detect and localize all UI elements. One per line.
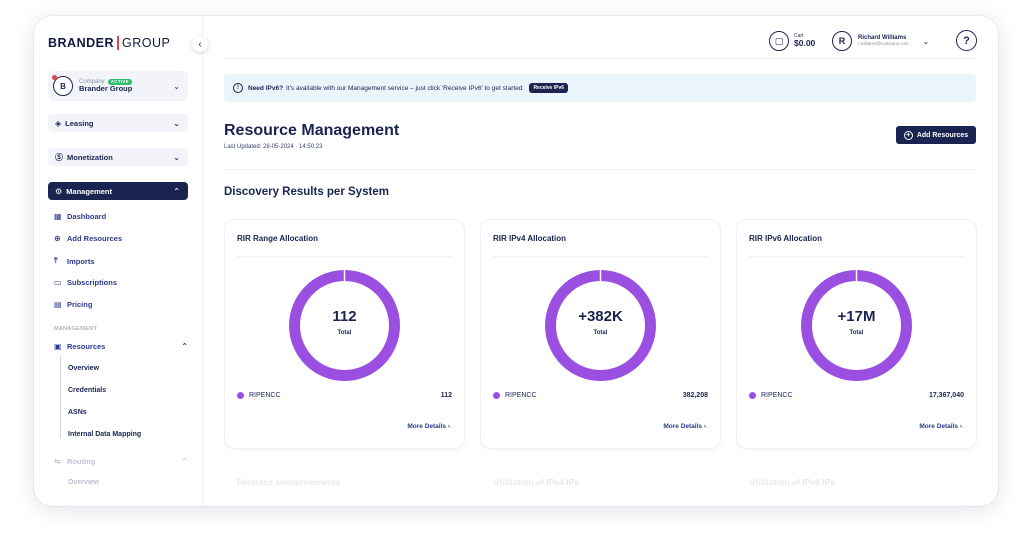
last-updated: Last Updated: 28-05-2024 · 14:50:23 xyxy=(224,144,323,150)
brand-logo[interactable]: BRANDER GROUP xyxy=(48,36,170,50)
donut-total-value: +17M xyxy=(837,308,876,325)
sidebar-item-add-resources[interactable]: ⊕ Add Resources xyxy=(54,234,122,243)
app-window: BRANDER GROUP B Company ACTIVE Brander Gr… xyxy=(34,16,998,506)
donut-chart xyxy=(545,269,656,381)
card-title: RIR IPv6 Allocation xyxy=(749,234,823,243)
card-icon: ▭ xyxy=(54,278,62,287)
nav-management[interactable]: ⚙ Management ⌃ xyxy=(48,182,188,200)
sidebar-item-credentials[interactable]: Credentials xyxy=(68,387,106,394)
add-resources-button[interactable]: + Add Resources xyxy=(896,126,976,144)
section-title-announcements: Detected announcements xyxy=(237,477,341,487)
tag-icon: ◈ xyxy=(55,118,62,128)
chevron-up-icon: ⌃ xyxy=(181,342,188,351)
sidebar-item-asns[interactable]: ASNs xyxy=(68,409,87,416)
info-icon: ! xyxy=(233,83,243,93)
page-title: Resource Management xyxy=(224,122,400,139)
card-title: RIR Range Allocation xyxy=(237,234,319,243)
ipv6-banner: ! Need IPv6? It's available with our Man… xyxy=(224,74,976,102)
company-avatar: B xyxy=(52,75,73,96)
section-title-ipv6-utilization: Utilization of IPv6 IPs xyxy=(749,477,835,487)
legend-dot xyxy=(237,392,244,399)
gear-icon: ⚙ xyxy=(55,186,63,196)
upload-icon: ⤒ xyxy=(54,256,58,265)
cart[interactable]: ▢ Cart $0.00 xyxy=(769,31,815,51)
user-avatar: R xyxy=(832,31,852,51)
more-details-link[interactable]: More Details › xyxy=(407,423,450,430)
chevron-down-icon: ⌄ xyxy=(922,36,930,46)
banner-title: Need IPv6? xyxy=(248,84,284,92)
sidebar: BRANDER GROUP B Company ACTIVE Brander Gr… xyxy=(34,16,202,506)
dollar-icon: Ⓢ xyxy=(55,152,63,162)
chevron-up-icon: ⌃ xyxy=(173,186,180,196)
section-label: MANAGEMENT xyxy=(54,326,98,332)
banner-text: It's available with our Management servi… xyxy=(286,84,523,92)
sidebar-item-pricing[interactable]: ▤ Pricing xyxy=(54,300,92,309)
plus-circle-icon: ⊕ xyxy=(54,234,61,243)
more-details-link[interactable]: More Details › xyxy=(919,423,962,430)
card-ipv6-allocation: RIR IPv6 Allocation +17M Total RIPENCC 1… xyxy=(737,220,976,448)
legend-value: 17,367,040 xyxy=(928,392,964,399)
sidebar-item-internal-data-mapping[interactable]: Internal Data Mapping xyxy=(68,431,141,438)
donut-chart xyxy=(289,269,400,381)
nav-leasing[interactable]: ◈ Leasing ⌄ xyxy=(48,114,188,132)
card-ipv4-allocation: RIR IPv4 Allocation +382K Total RIPENCC … xyxy=(481,220,720,448)
donut-total-value: +382K xyxy=(578,308,623,325)
legend-value: 112 xyxy=(440,392,452,399)
sidebar-item-routing-overview[interactable]: Overview xyxy=(68,479,99,486)
sidebar-item-dashboard[interactable]: ▦ Dashboard xyxy=(54,212,106,221)
sidebar-item-routing[interactable]: ⇆ Routing ⌃ xyxy=(54,457,188,466)
donut-chart xyxy=(801,269,912,381)
chevron-down-icon: ⌄ xyxy=(173,118,180,128)
shopping-bag-icon: ▢ xyxy=(769,31,789,51)
folder-icon: ▣ xyxy=(54,342,62,351)
card-range-allocation: RIR Range Allocation 112 Total RIPENCC 1… xyxy=(225,220,464,448)
nav-monetization[interactable]: Ⓢ Monetization ⌄ xyxy=(48,148,188,166)
more-details-link[interactable]: More Details › xyxy=(663,423,706,430)
help-button[interactable]: ? xyxy=(956,30,977,51)
grid-icon: ▦ xyxy=(54,212,62,221)
user-email: r.williams@company.com xyxy=(858,40,909,46)
section-title: Discovery Results per System xyxy=(224,186,389,198)
receive-ipv6-button[interactable]: Receive IPv6 xyxy=(529,83,569,93)
card-title: RIR IPv4 Allocation xyxy=(493,234,567,243)
chevron-up-icon: ⌃ xyxy=(181,457,188,466)
company-name: Brander Group xyxy=(79,84,133,94)
sidebar-item-resources[interactable]: ▣ Resources ⌃ xyxy=(54,342,188,351)
donut-total-label: Total xyxy=(593,330,608,336)
donut-total-label: Total xyxy=(849,330,864,336)
legend-dot xyxy=(749,392,756,399)
chevron-down-icon: ⌄ xyxy=(173,152,180,162)
legend-row: RIPENCC 382,208 xyxy=(493,392,708,399)
legend-row: RIPENCC 112 xyxy=(237,392,452,399)
plus-icon: + xyxy=(903,130,913,140)
donut-total-label: Total xyxy=(337,330,352,336)
notification-dot xyxy=(52,75,57,80)
chevron-down-icon: ⌄ xyxy=(173,81,180,91)
section-title-ipv4-utilization: Utilization of IPv4 IPs xyxy=(493,477,579,487)
legend-value: 382,208 xyxy=(682,392,708,399)
routing-icon: ⇆ xyxy=(54,457,61,466)
legend-dot xyxy=(493,392,500,399)
sidebar-item-subscriptions[interactable]: ▭ Subscriptions xyxy=(54,278,117,287)
donut-total-value: 112 xyxy=(332,308,357,325)
user-menu[interactable]: R Richard Williams r.williams@company.co… xyxy=(832,31,929,51)
collapse-sidebar-button[interactable]: ‹ xyxy=(192,36,208,52)
sidebar-item-overview[interactable]: Overview xyxy=(68,365,99,372)
company-selector[interactable]: B Company ACTIVE Brander Group ⌄ xyxy=(48,71,188,101)
document-icon: ▤ xyxy=(54,300,62,309)
sidebar-item-imports[interactable]: ⤒ Imports xyxy=(54,256,95,266)
legend-row: RIPENCC 17,367,040 xyxy=(749,392,964,399)
cart-amount: $0.00 xyxy=(794,38,816,49)
